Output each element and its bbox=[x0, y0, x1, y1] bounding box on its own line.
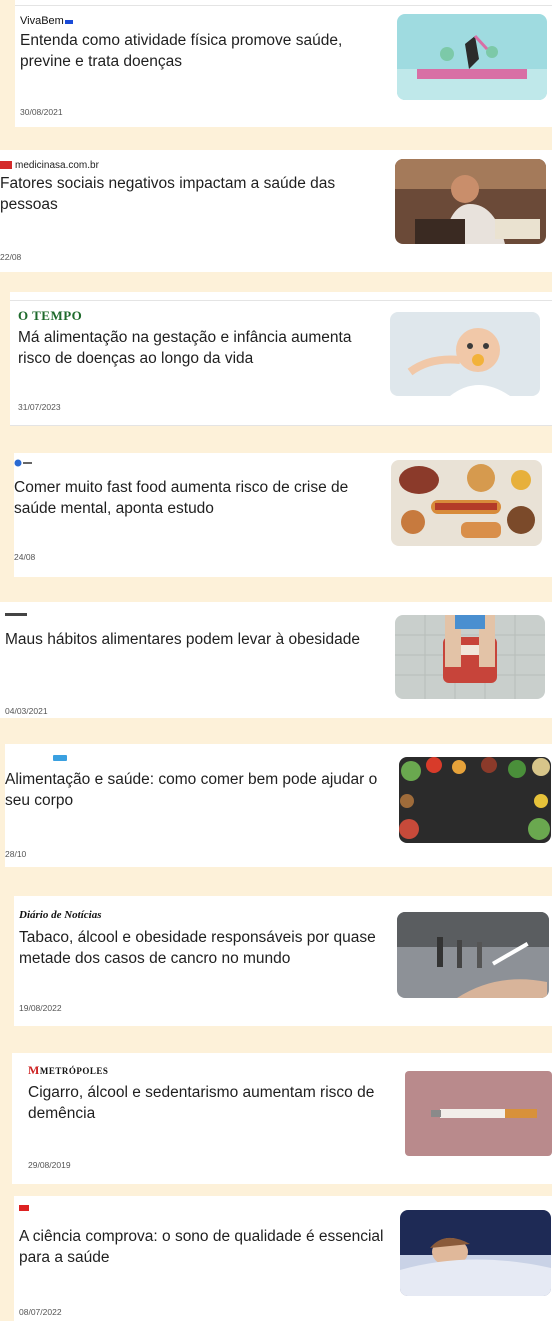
news-card[interactable]: Alimentação e saúde: como comer bem pode… bbox=[5, 744, 552, 867]
headline[interactable]: Alimentação e saúde: como comer bem pode… bbox=[5, 769, 395, 811]
thumbnail-image bbox=[391, 460, 542, 546]
date: 24/08 bbox=[14, 552, 36, 562]
headline[interactable]: Má alimentação na gestação e infância au… bbox=[18, 327, 388, 369]
date: 19/08/2022 bbox=[19, 1003, 62, 1013]
headline[interactable]: A ciência comprova: o sono de qualidade … bbox=[19, 1226, 389, 1268]
date: 22/08 bbox=[0, 252, 22, 262]
source-logo bbox=[53, 753, 67, 764]
headline[interactable]: Fatores sociais negativos impactam a saú… bbox=[0, 173, 375, 215]
news-card[interactable]: A ciência comprova: o sono de qualidade … bbox=[14, 1196, 552, 1321]
thumbnail-image bbox=[395, 159, 546, 244]
date: 29/08/2019 bbox=[28, 1160, 71, 1170]
date: 04/03/2021 bbox=[5, 706, 48, 716]
news-card[interactable]: medicinasa.com.br Fatores sociais negati… bbox=[0, 150, 552, 272]
bottom-divider bbox=[10, 425, 552, 426]
headline[interactable]: Cigarro, álcool e sedentarismo aumentam … bbox=[28, 1082, 388, 1124]
thumbnail-image bbox=[405, 1071, 552, 1156]
news-card[interactable]: O TEMPO Má alimentação na gestação e inf… bbox=[10, 292, 552, 426]
news-card[interactable]: Maus hábitos alimentares podem levar à o… bbox=[0, 602, 552, 718]
top-divider bbox=[15, 5, 552, 6]
source-logo bbox=[14, 459, 32, 470]
headline[interactable]: Tabaco, álcool e obesidade responsáveis … bbox=[19, 927, 389, 969]
thumbnail-image bbox=[400, 1210, 551, 1296]
source-logo: medicinasa.com.br bbox=[0, 160, 99, 171]
source-logo: O TEMPO bbox=[18, 308, 83, 323]
news-card[interactable]: MMETRÓPOLES Cigarro, álcool e sedentaris… bbox=[12, 1053, 552, 1184]
thumbnail-image bbox=[397, 14, 547, 100]
source-logo: VivaBem bbox=[20, 15, 73, 27]
date: 30/08/2021 bbox=[20, 107, 63, 117]
date: 08/07/2022 bbox=[19, 1307, 62, 1317]
date: 31/07/2023 bbox=[18, 402, 61, 412]
news-card[interactable]: Comer muito fast food aumenta risco de c… bbox=[14, 453, 552, 577]
news-card[interactable]: VivaBem Entenda como atividade física pr… bbox=[15, 0, 552, 127]
thumbnail-image bbox=[397, 912, 549, 998]
source-logo: MMETRÓPOLES bbox=[28, 1063, 109, 1077]
headline[interactable]: Entenda como atividade física promove sa… bbox=[20, 30, 380, 72]
source-logo bbox=[5, 612, 27, 620]
thumbnail-image bbox=[390, 312, 540, 396]
thumbnail-image bbox=[395, 615, 545, 699]
headline[interactable]: Comer muito fast food aumenta risco de c… bbox=[14, 477, 384, 519]
news-card[interactable]: Diário de Notícias Tabaco, álcool e obes… bbox=[14, 896, 552, 1026]
date: 28/10 bbox=[5, 849, 27, 859]
headline[interactable]: Maus hábitos alimentares podem levar à o… bbox=[5, 629, 385, 650]
source-logo bbox=[19, 1203, 29, 1214]
source-logo: Diário de Notícias bbox=[19, 909, 102, 921]
top-divider bbox=[10, 300, 552, 301]
thumbnail-image bbox=[399, 757, 551, 843]
